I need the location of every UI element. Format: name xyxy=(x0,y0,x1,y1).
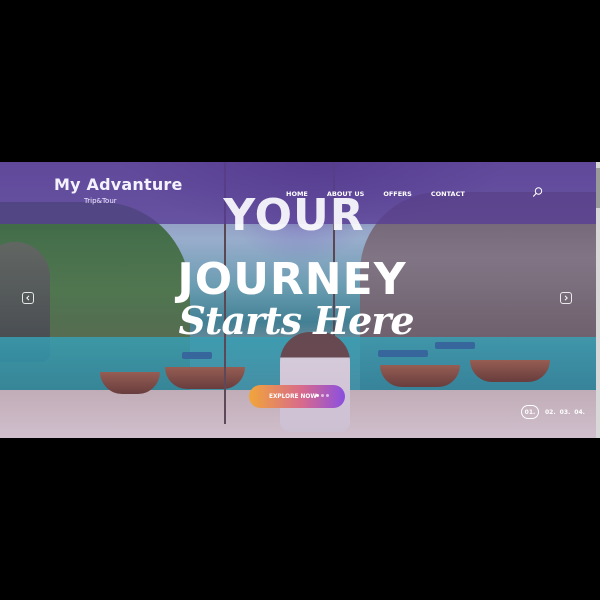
chevron-left-icon xyxy=(26,295,30,301)
dot xyxy=(321,394,324,397)
scrollbar-thumb[interactable] xyxy=(596,168,600,208)
chevron-right-icon xyxy=(564,295,568,301)
slide-page-active[interactable]: 01. xyxy=(521,405,539,419)
slider-prev-button[interactable] xyxy=(22,292,34,304)
browser-viewport: My Advanture Trip&Tour HOME ABOUT US OFF… xyxy=(0,0,600,600)
hero-headline-line2: JOURNEY xyxy=(0,258,596,302)
explore-now-label: EXPLORE NOW xyxy=(269,393,317,400)
dot xyxy=(316,394,319,397)
slide-page-item[interactable]: 04. xyxy=(574,409,585,416)
slide-pager: 01. 02. 03. 04. xyxy=(521,405,589,419)
dot xyxy=(326,394,329,397)
hero-headline-line1: YOUR xyxy=(0,194,596,238)
hero-slider: My Advanture Trip&Tour HOME ABOUT US OFF… xyxy=(0,162,596,438)
slide-page-item[interactable]: 03. xyxy=(560,409,571,416)
slider-next-button[interactable] xyxy=(560,292,572,304)
page-scrollbar[interactable] xyxy=(596,162,600,438)
button-dots-decoration xyxy=(316,394,329,397)
explore-now-button[interactable]: EXPLORE NOW xyxy=(249,385,345,408)
hero-headline-line1-text: YOUR xyxy=(223,190,365,241)
site-logo-title[interactable]: My Advanture xyxy=(54,175,183,194)
hero-headline-script-text: Starts Here xyxy=(178,298,414,343)
slide-page-item[interactable]: 02. xyxy=(545,409,556,416)
hero-headline-script: Starts Here xyxy=(0,302,596,340)
hero-headline-line2-text: JOURNEY xyxy=(177,254,407,305)
